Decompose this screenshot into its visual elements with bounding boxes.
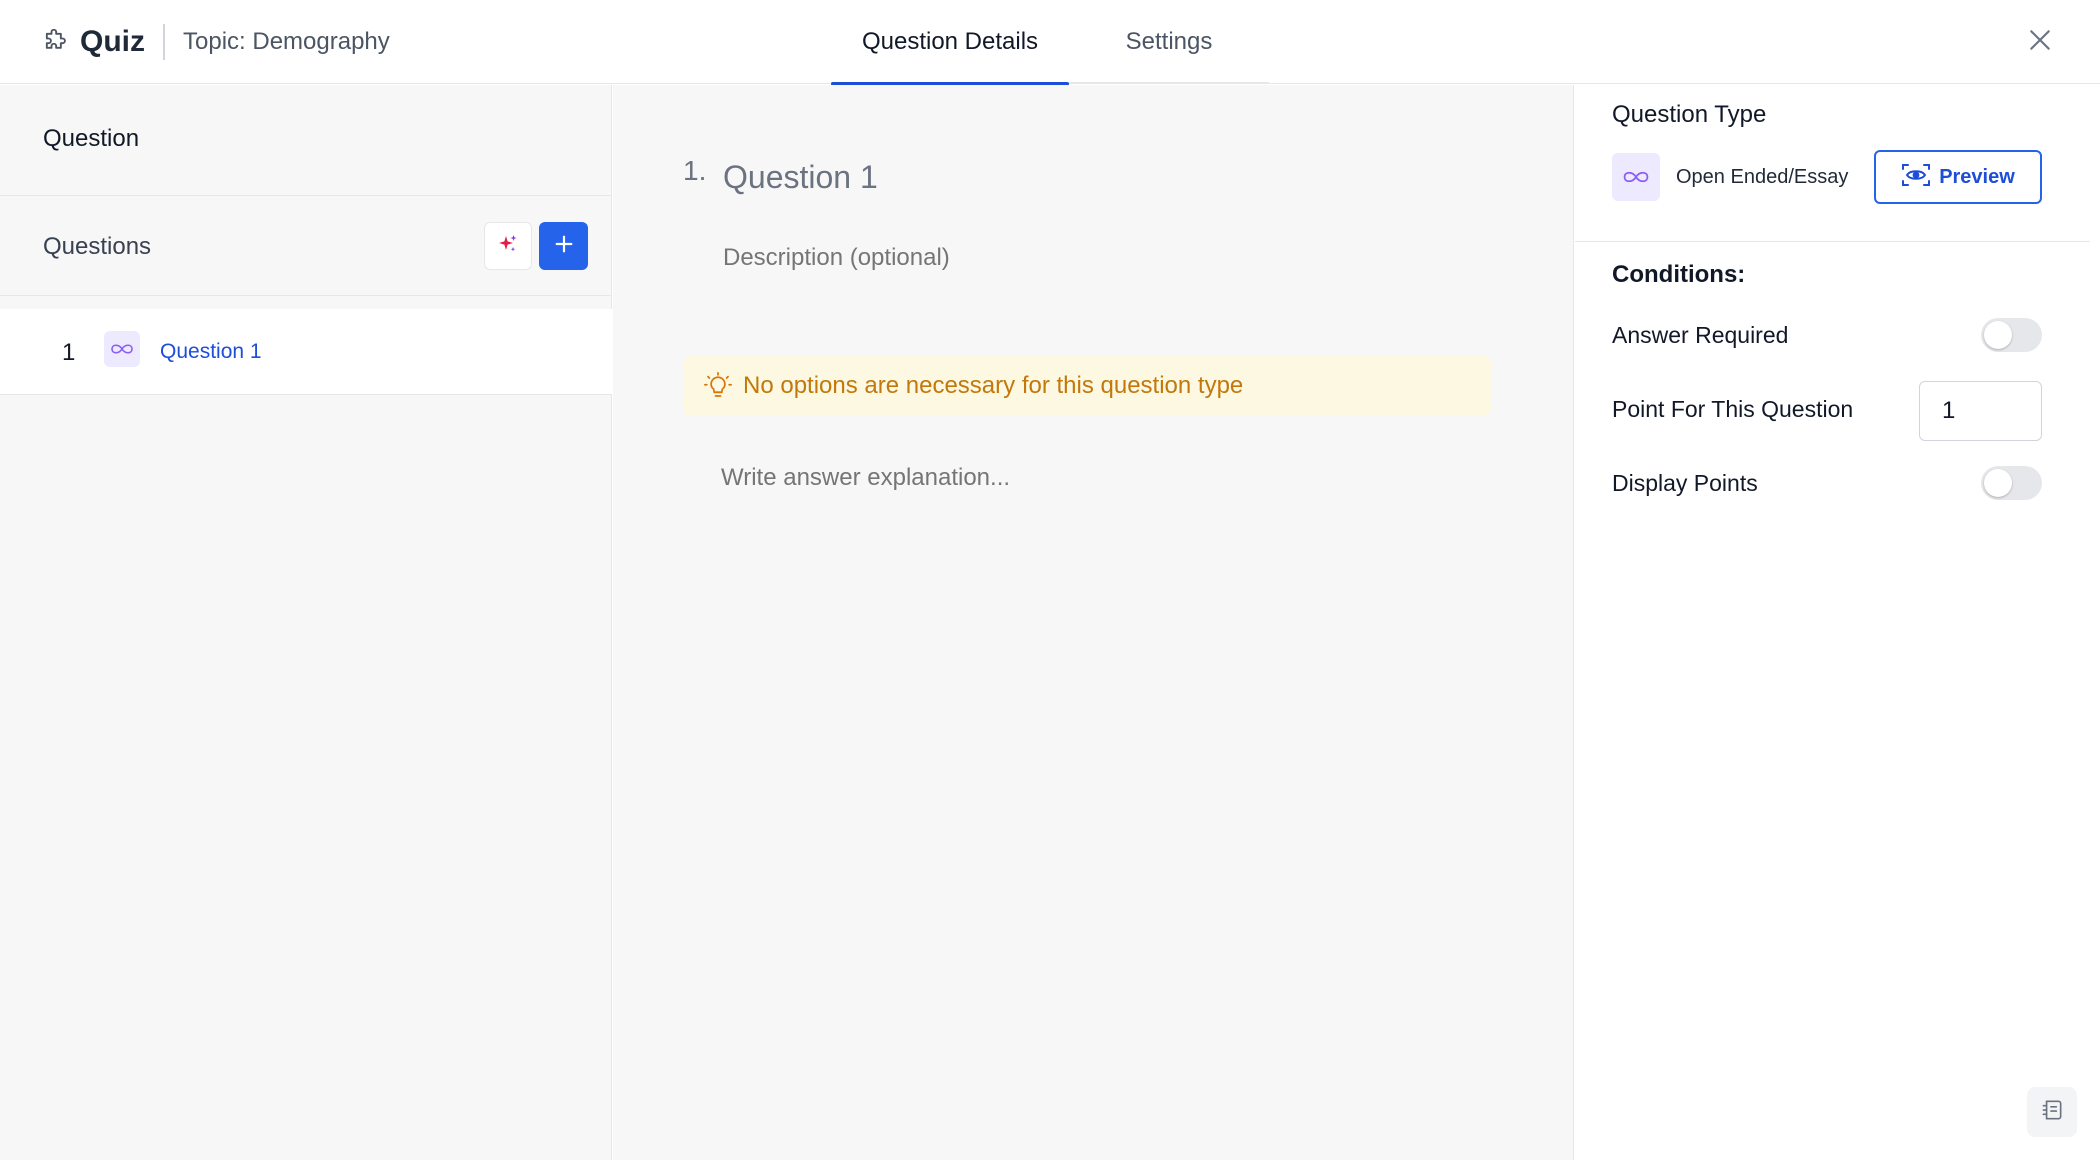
preview-button[interactable]: Preview — [1874, 150, 2042, 204]
question-settings-panel: Question Type Open Ended/Essay Preview C… — [1575, 85, 2100, 1160]
add-question-button[interactable] — [539, 222, 588, 270]
plus-icon — [553, 233, 575, 260]
notes-button[interactable] — [2027, 1087, 2077, 1137]
question-title-input[interactable] — [723, 155, 1523, 199]
divider — [0, 195, 612, 196]
sidebar-title: Question — [43, 125, 140, 152]
puzzle-icon — [40, 27, 70, 57]
tab-question-details[interactable]: Question Details — [831, 0, 1069, 86]
topic-label: Topic: Demography — [183, 28, 390, 55]
divider — [0, 295, 612, 296]
divider — [1575, 241, 2090, 242]
question-type-label: Question Type — [1612, 101, 1767, 128]
points-label: Point For This Question — [1612, 396, 1854, 422]
question-sidebar: Question Questions 1 Question 1 — [0, 85, 612, 1160]
info-notice: No options are necessary for this questi… — [683, 356, 1491, 416]
infinity-icon — [1612, 153, 1660, 201]
eye-scan-icon — [1901, 162, 1931, 193]
preview-label: Preview — [1939, 165, 2015, 188]
display-points-toggle[interactable] — [1981, 466, 2042, 500]
close-icon — [2027, 27, 2053, 58]
question-number: 1. — [683, 155, 707, 186]
conditions-heading: Conditions: — [1612, 261, 1746, 288]
question-type-value: Open Ended/Essay — [1676, 166, 1849, 188]
answer-required-toggle[interactable] — [1981, 318, 2042, 352]
questions-heading: Questions — [43, 233, 152, 260]
display-points-label: Display Points — [1612, 470, 1758, 496]
toggle-knob — [1984, 469, 2012, 497]
question-editor: 1. No options are necessary for this que… — [613, 85, 1574, 1160]
points-input[interactable] — [1919, 381, 2042, 441]
question-label: Question 1 — [160, 340, 262, 363]
app-title: Quiz — [80, 25, 145, 58]
notice-text: No options are necessary for this questi… — [743, 372, 1244, 399]
answer-required-label: Answer Required — [1612, 322, 1789, 348]
answer-explanation-input[interactable] — [721, 460, 1521, 496]
ai-generate-button[interactable] — [484, 222, 532, 270]
sparkle-icon — [496, 232, 520, 261]
header-bar: Quiz Topic: Demography Question Details … — [0, 0, 2100, 86]
tab-settings[interactable]: Settings — [1069, 0, 1269, 84]
question-list-item[interactable]: 1 Question 1 — [0, 309, 612, 395]
toggle-knob — [1984, 321, 2012, 349]
close-button[interactable] — [2020, 22, 2060, 62]
infinity-icon — [104, 331, 140, 367]
description-input[interactable] — [723, 240, 1523, 276]
notes-icon — [2039, 1097, 2065, 1128]
question-number: 1 — [62, 339, 76, 366]
lightbulb-icon — [703, 371, 733, 401]
brand: Quiz Topic: Demography — [40, 22, 390, 62]
tab-bar: Question Details Settings — [831, 0, 1269, 86]
title-divider — [163, 24, 165, 60]
